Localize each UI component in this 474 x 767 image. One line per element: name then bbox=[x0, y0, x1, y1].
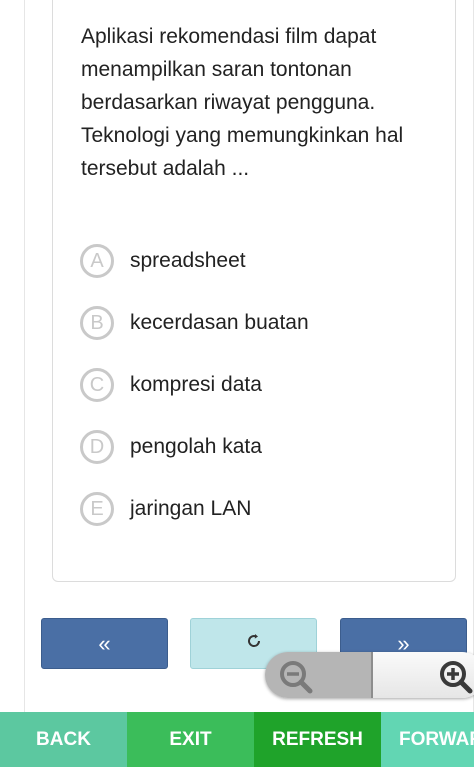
bottom-toolbar: BACK EXIT REFRESH FORWAR bbox=[0, 712, 474, 767]
option-e-label: jaringan LAN bbox=[130, 497, 252, 520]
reload-icon bbox=[244, 631, 264, 656]
option-c[interactable]: C kompresi data bbox=[80, 368, 440, 430]
option-b-label: kecerdasan buatan bbox=[130, 311, 309, 334]
page-border-left bbox=[24, 0, 25, 712]
question-text: Aplikasi rekomendasi film dapat menampil… bbox=[81, 25, 404, 180]
forward-button[interactable]: FORWAR bbox=[381, 712, 474, 767]
zoom-in-icon bbox=[437, 658, 474, 698]
option-b-letter-circle: B bbox=[80, 306, 114, 340]
quiz-screen: Aplikasi rekomendasi film dapat menampil… bbox=[0, 0, 474, 767]
option-e[interactable]: E jaringan LAN bbox=[80, 492, 440, 554]
refresh-button[interactable]: REFRESH bbox=[254, 712, 381, 767]
option-a-label: spreadsheet bbox=[130, 249, 246, 272]
option-e-letter-circle: E bbox=[80, 492, 114, 526]
zoom-out-button[interactable] bbox=[265, 652, 373, 698]
option-d-letter-circle: D bbox=[80, 430, 114, 464]
back-button[interactable]: BACK bbox=[0, 712, 127, 767]
previous-label: « bbox=[98, 630, 111, 656]
answer-options: A spreadsheet B kecerdasan buatan C komp… bbox=[80, 244, 440, 554]
exit-button[interactable]: EXIT bbox=[127, 712, 254, 767]
zoom-in-button[interactable] bbox=[373, 652, 474, 698]
zoom-out-icon bbox=[277, 658, 317, 698]
option-b[interactable]: B kecerdasan buatan bbox=[80, 306, 440, 368]
option-d[interactable]: D pengolah kata bbox=[80, 430, 440, 492]
zoom-control bbox=[265, 652, 474, 698]
option-a[interactable]: A spreadsheet bbox=[80, 244, 440, 306]
previous-question-button[interactable]: « bbox=[41, 618, 168, 669]
option-c-letter-circle: C bbox=[80, 368, 114, 402]
option-c-label: kompresi data bbox=[130, 373, 262, 396]
option-d-label: pengolah kata bbox=[130, 435, 262, 458]
option-a-letter-circle: A bbox=[80, 244, 114, 278]
